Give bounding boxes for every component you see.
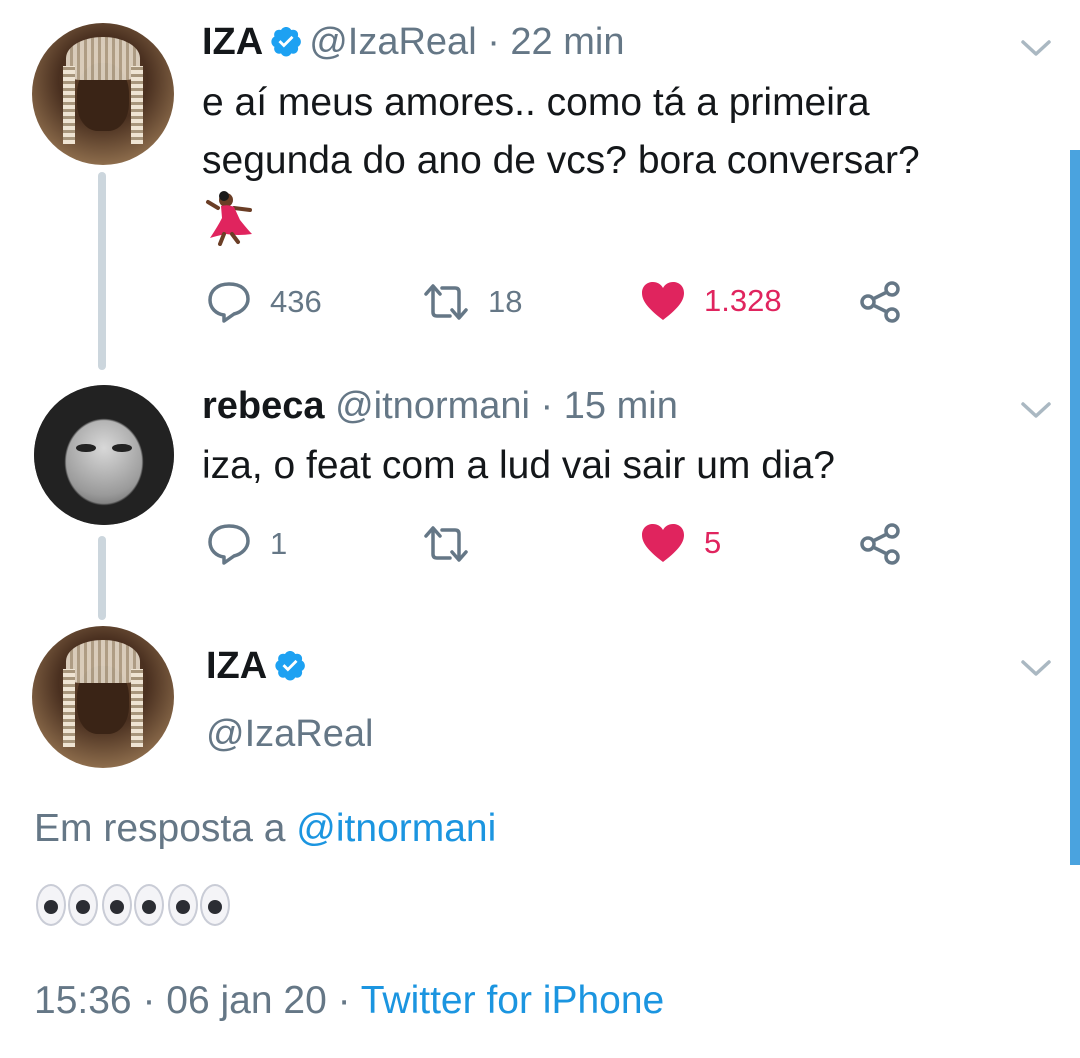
display-name[interactable]: rebeca — [202, 385, 325, 427]
chevron-down-icon[interactable] — [1018, 36, 1054, 60]
source-link[interactable]: Twitter for iPhone — [361, 979, 664, 1022]
eyes-emoji — [36, 884, 98, 926]
heart-filled-icon — [642, 282, 684, 320]
thread-connector — [98, 536, 106, 620]
scrollbar[interactable] — [1070, 150, 1080, 865]
reply-icon — [208, 524, 250, 565]
retweet-icon — [424, 526, 468, 562]
tweet-time[interactable]: 22 min — [510, 21, 624, 63]
retweet-button[interactable]: 18 — [422, 280, 522, 324]
avatar[interactable] — [34, 385, 174, 525]
eyes-emoji — [168, 884, 230, 926]
reply-count: 436 — [270, 284, 322, 319]
reply-button[interactable]: 436 — [206, 280, 322, 324]
verified-badge-icon — [271, 26, 302, 57]
tweet-header: rebeca @itnormani · 15 min — [202, 385, 678, 427]
thread-connector — [98, 172, 106, 370]
eyes-emoji-row — [36, 884, 230, 926]
tweet-thread: IZA @IzaReal · 22 min e aí meus amores.. … — [0, 0, 1080, 1058]
date: 06 jan 20 — [166, 979, 327, 1022]
retweet-icon — [424, 284, 468, 320]
retweet-button[interactable] — [422, 522, 488, 566]
mention-link[interactable]: @itnormani — [296, 807, 496, 850]
user-handle[interactable]: @IzaReal — [309, 21, 476, 63]
chevron-down-icon[interactable] — [1018, 398, 1054, 422]
tweet-text-line: iza, o feat com a lud vai sair um dia? — [202, 444, 835, 487]
reply-icon — [208, 282, 250, 323]
verified-badge-icon — [275, 650, 306, 681]
user-handle-row: @IzaReal — [206, 712, 373, 756]
display-name[interactable]: IZA — [202, 21, 263, 63]
like-count: 1.328 — [704, 283, 782, 318]
reply-count: 1 — [270, 526, 288, 561]
user-handle[interactable]: @IzaReal — [206, 713, 373, 755]
tweet-time[interactable]: 15 min — [564, 385, 678, 427]
tweet-text-line: e aí meus amores.. como tá a primeira — [202, 81, 870, 124]
avatar[interactable] — [32, 626, 174, 768]
tweet-text-line: segunda do ano de vcs? bora conversar? — [202, 139, 920, 182]
tweet-header: IZA @IzaReal · 22 min — [202, 21, 625, 63]
retweet-count: 18 — [488, 284, 523, 319]
share-icon — [860, 281, 900, 323]
avatar[interactable] — [32, 23, 174, 165]
tweet-header: IZA — [206, 644, 313, 688]
reply-context: Em resposta a @itnormani — [34, 807, 497, 850]
like-count: 5 — [704, 525, 722, 560]
time: 15:36 — [34, 979, 132, 1022]
share-button[interactable] — [858, 522, 902, 566]
share-icon — [860, 523, 900, 565]
chevron-down-icon[interactable] — [1018, 656, 1054, 680]
share-button[interactable] — [858, 280, 902, 324]
display-name[interactable]: IZA — [206, 645, 267, 687]
like-button[interactable]: 5 — [640, 522, 721, 564]
like-button[interactable]: 1.328 — [640, 280, 782, 322]
user-handle[interactable]: @itnormani — [335, 385, 530, 427]
reply-button[interactable]: 1 — [206, 522, 287, 566]
woman-dancing-emoji — [206, 191, 252, 246]
heart-filled-icon — [642, 524, 684, 562]
tweet-timestamp: 15:36 · 06 jan 20 · Twitter for iPhone — [34, 979, 665, 1022]
eyes-emoji — [102, 884, 164, 926]
